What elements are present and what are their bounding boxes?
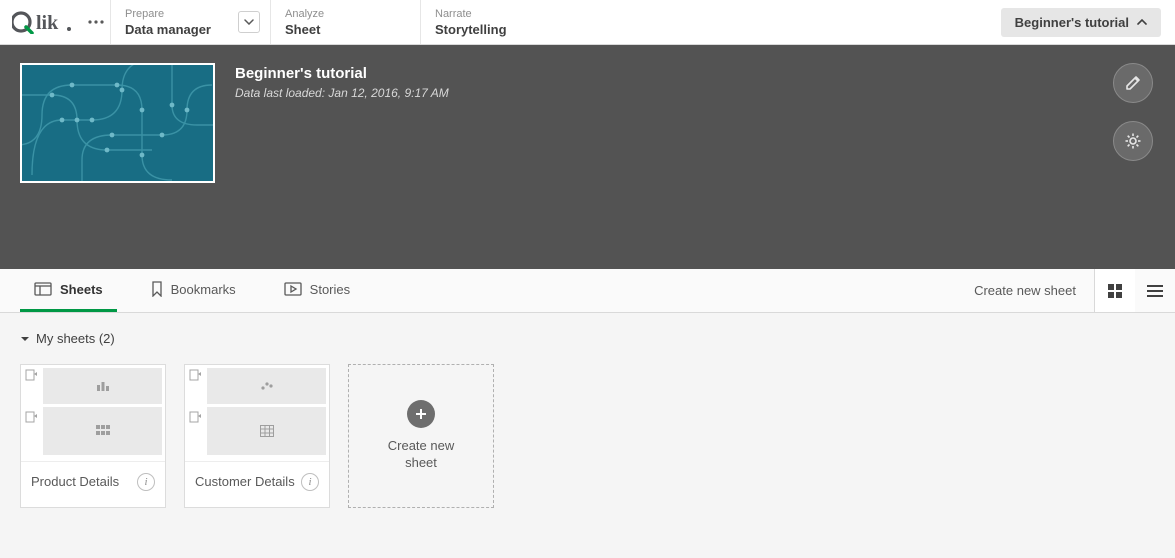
my-sheets-header[interactable]: My sheets (2)	[20, 331, 1155, 346]
sheet-footer: Product Details i	[21, 461, 165, 501]
sheet-preview	[185, 365, 329, 461]
grid-view-button[interactable]	[1095, 269, 1135, 312]
sheet-card-product-details[interactable]: Product Details i	[20, 364, 166, 508]
nav-narrate-label: Narrate	[435, 7, 550, 21]
tab-sheets[interactable]: Sheets	[20, 269, 117, 312]
create-new-sheet-label: Create new sheet	[974, 283, 1076, 298]
overview-actions	[1113, 63, 1153, 161]
breadcrumb-chip[interactable]: Beginner's tutorial	[1001, 8, 1161, 37]
create-new-sheet-card[interactable]: Create new sheet	[348, 364, 494, 508]
tab-bookmarks[interactable]: Bookmarks	[137, 269, 250, 312]
grid-icon	[1107, 283, 1123, 299]
pencil-icon	[1124, 74, 1142, 92]
bookmark-icon	[151, 281, 163, 297]
nav-narrate[interactable]: Narrate Storytelling	[420, 0, 570, 44]
nav-prepare[interactable]: Prepare Data manager	[110, 0, 270, 44]
info-icon[interactable]: i	[301, 473, 319, 491]
overview-texts: Beginner's tutorial Data last loaded: Ja…	[235, 63, 449, 100]
chevron-down-icon	[20, 335, 30, 343]
sheet-footer: Customer Details i	[185, 461, 329, 501]
publish-icon	[25, 369, 37, 384]
plus-icon	[407, 400, 435, 428]
nav-prepare-sub: Data manager	[125, 21, 250, 38]
sheet-preview	[21, 365, 165, 461]
bar-chart-icon	[96, 380, 110, 392]
chevron-up-icon	[1137, 19, 1147, 25]
publish-icon	[25, 411, 37, 426]
nav-analyze-sub: Sheet	[285, 21, 400, 38]
create-new-sheet-link[interactable]: Create new sheet	[956, 269, 1094, 312]
kpi-icon	[96, 425, 110, 437]
info-icon[interactable]: i	[137, 473, 155, 491]
tab-stories-label: Stories	[310, 282, 350, 297]
app-subtitle: Data last loaded: Jan 12, 2016, 9:17 AM	[235, 86, 449, 100]
sheet-title: Customer Details	[195, 474, 295, 489]
app-overview-panel: Beginner's tutorial Data last loaded: Ja…	[0, 45, 1175, 269]
sheets-area: My sheets (2) Product Details	[0, 313, 1175, 558]
app-title: Beginner's tutorial	[235, 65, 449, 82]
list-icon	[1147, 284, 1163, 298]
sheet-title: Product Details	[31, 474, 119, 489]
gear-icon	[1124, 132, 1142, 150]
app-thumbnail[interactable]	[20, 63, 215, 183]
settings-button[interactable]	[1113, 121, 1153, 161]
publish-icon	[189, 369, 201, 384]
more-menu-button[interactable]	[82, 0, 110, 44]
tabs-spacer	[384, 269, 956, 312]
tab-sheets-label: Sheets	[60, 282, 103, 297]
nav-analyze[interactable]: Analyze Sheet	[270, 0, 420, 44]
scatter-icon	[260, 380, 274, 392]
publish-icon	[189, 411, 201, 426]
view-toggle	[1094, 269, 1175, 312]
qlik-logo[interactable]: lik	[0, 0, 82, 44]
nav-narrate-sub: Storytelling	[435, 21, 550, 38]
svg-text:lik: lik	[36, 12, 59, 34]
sheet-cards: Product Details i Custom	[20, 364, 1155, 508]
sheets-icon	[34, 282, 52, 296]
stories-icon	[284, 282, 302, 296]
nav-prepare-dropdown[interactable]	[238, 11, 260, 33]
content-tabs: Sheets Bookmarks Stories Create new shee…	[0, 269, 1175, 313]
top-navigation: lik Prepare Data manager Analyze Sheet N…	[0, 0, 1175, 45]
nav-analyze-label: Analyze	[285, 7, 400, 21]
nav-prepare-label: Prepare	[125, 7, 250, 21]
tab-bookmarks-label: Bookmarks	[171, 282, 236, 297]
sheet-card-customer-details[interactable]: Customer Details i	[184, 364, 330, 508]
table-icon	[260, 425, 274, 437]
edit-button[interactable]	[1113, 63, 1153, 103]
list-view-button[interactable]	[1135, 269, 1175, 312]
my-sheets-label: My sheets (2)	[36, 331, 115, 346]
create-new-sheet-card-label: Create new sheet	[376, 438, 466, 472]
tab-stories[interactable]: Stories	[270, 269, 364, 312]
breadcrumb-title: Beginner's tutorial	[1015, 15, 1129, 30]
topbar-spacer	[570, 0, 1001, 44]
